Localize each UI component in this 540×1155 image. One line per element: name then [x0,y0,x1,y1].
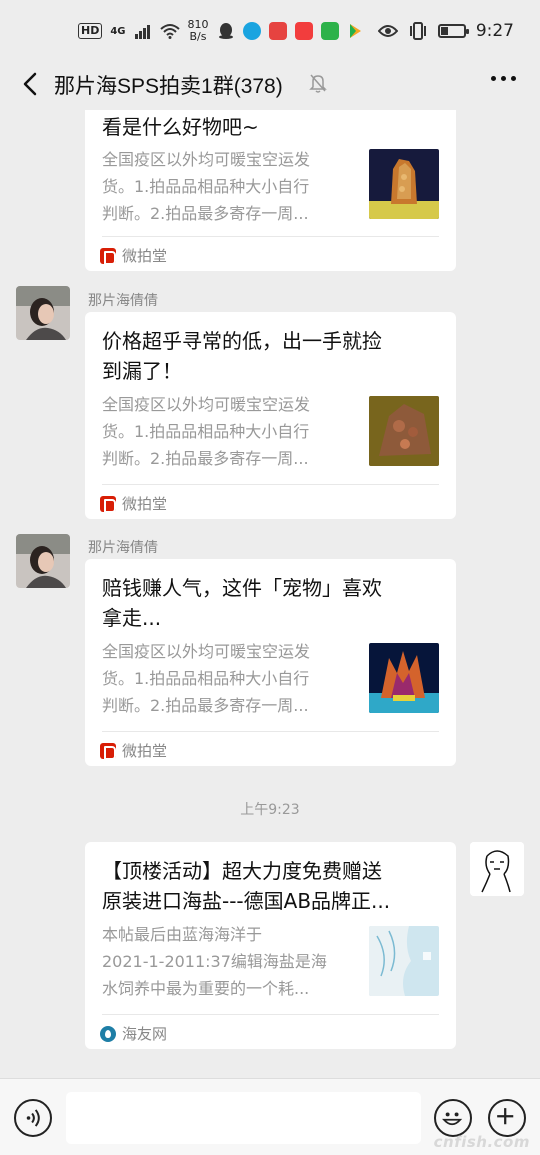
app-icon-3 [294,22,313,40]
link-card-message[interactable]: 赔钱赚人气，这件「宠物」喜欢 拿走... 全国疫区以外均可暖宝空运发 货。1.拍… [85,559,456,766]
qq-icon [218,23,233,39]
status-left: HD 4G 810 B/s [78,19,363,43]
weipaitang-logo-icon [100,495,116,513]
chat-message-list[interactable]: 看是什么好物吧~ 全国疫区以外均可暖宝空运发 货。1.拍品品相品种大小自行 判断… [0,110,540,1078]
message-input[interactable] [66,1092,421,1144]
card-title: 【顶楼活动】超大力度免费赠送 原装进口海盐---德国AB品牌正... [102,859,391,913]
network-indicator: 4G [110,25,126,37]
avatar[interactable] [16,534,70,588]
card-title: 赔钱赚人气，这件「宠物」喜欢 拿走... [102,576,382,630]
coral-thumbnail [369,149,439,219]
battery-icon [437,24,469,38]
link-card-message-self[interactable]: 【顶楼活动】超大力度免费赠送 原装进口海盐---德国AB品牌正... 本帖最后由… [85,842,456,1049]
coral-thumbnail [369,643,439,713]
chat-timestamp: 上午9:23 [240,802,300,818]
chat-title: 那片海SPS拍卖1群(378) [54,75,283,98]
coral-thumbnail [369,396,439,466]
link-card-message[interactable]: 看是什么好物吧~ 全国疫区以外均可暖宝空运发 货。1.拍品品相品种大小自行 判断… [85,110,456,271]
signal-icon [134,25,150,39]
haiyouwang-logo-icon [100,1025,116,1042]
app-icon-4 [320,22,339,40]
source-name: 海友网 [122,1025,168,1043]
add-more-icon[interactable] [488,1099,526,1137]
card-title: 看是什么好物吧~ [102,115,259,139]
sender-name: 那片海倩倩 [88,540,158,556]
hd-indicator: HD [78,23,103,39]
card-divider [102,236,439,237]
card-divider [102,731,439,732]
source-name: 微拍堂 [122,742,168,760]
app-icon-1 [242,22,261,40]
speed-unit: B/s [189,30,207,43]
emoji-icon[interactable] [434,1099,472,1137]
avatar[interactable] [16,286,70,340]
card-source: 海友网 [100,1023,167,1044]
card-source: 微拍堂 [100,740,167,761]
source-name: 微拍堂 [122,247,168,265]
card-source: 微拍堂 [100,245,167,266]
card-description: 全国疫区以外均可暖宝空运发 货。1.拍品品相品种大小自行 判断。2.拍品最多寄存… [102,395,311,468]
status-right: 9:27 [377,21,514,41]
wifi-icon [159,24,180,39]
card-description: 全国疫区以外均可暖宝空运发 货。1.拍品品相品种大小自行 判断。2.拍品最多寄存… [102,150,311,223]
card-source: 微拍堂 [100,493,167,514]
vibrate-icon [409,22,426,40]
eye-icon [377,25,398,37]
card-divider [102,1014,439,1015]
my-avatar[interactable] [470,842,524,896]
voice-input-icon[interactable] [14,1099,52,1137]
input-bar: cnfish.com [0,1078,540,1155]
back-arrow-icon[interactable] [18,70,46,98]
mute-bell-icon [309,74,327,93]
card-description: 全国疫区以外均可暖宝空运发 货。1.拍品品相品种大小自行 判断。2.拍品最多寄存… [102,642,311,715]
map-thumbnail [369,926,439,996]
weipaitang-logo-icon [100,742,116,760]
play-icon [349,24,361,38]
network-speed: 810 B/s [188,19,209,43]
watermark: cnfish.com [433,1133,530,1151]
card-description: 本帖最后由蓝海海洋于 2021-1-2011:37编辑海盐是海 水饲养中最为重要… [102,925,327,998]
card-divider [102,484,439,485]
chat-header: 那片海SPS拍卖1群(378) [0,62,540,106]
weipaitang-logo-icon [100,247,116,265]
source-name: 微拍堂 [122,495,168,513]
status-bar: HD 4G 810 B/s 9:27 [0,0,540,62]
card-title: 价格超乎寻常的低，出一手就捡 到漏了！ [102,329,382,383]
sender-name: 那片海倩倩 [88,293,158,309]
app-icon-2 [268,22,287,40]
link-card-message[interactable]: 价格超乎寻常的低，出一手就捡 到漏了！ 全国疫区以外均可暖宝空运发 货。1.拍品… [85,312,456,519]
clock: 9:27 [475,21,514,41]
more-options-icon[interactable] [491,76,516,81]
